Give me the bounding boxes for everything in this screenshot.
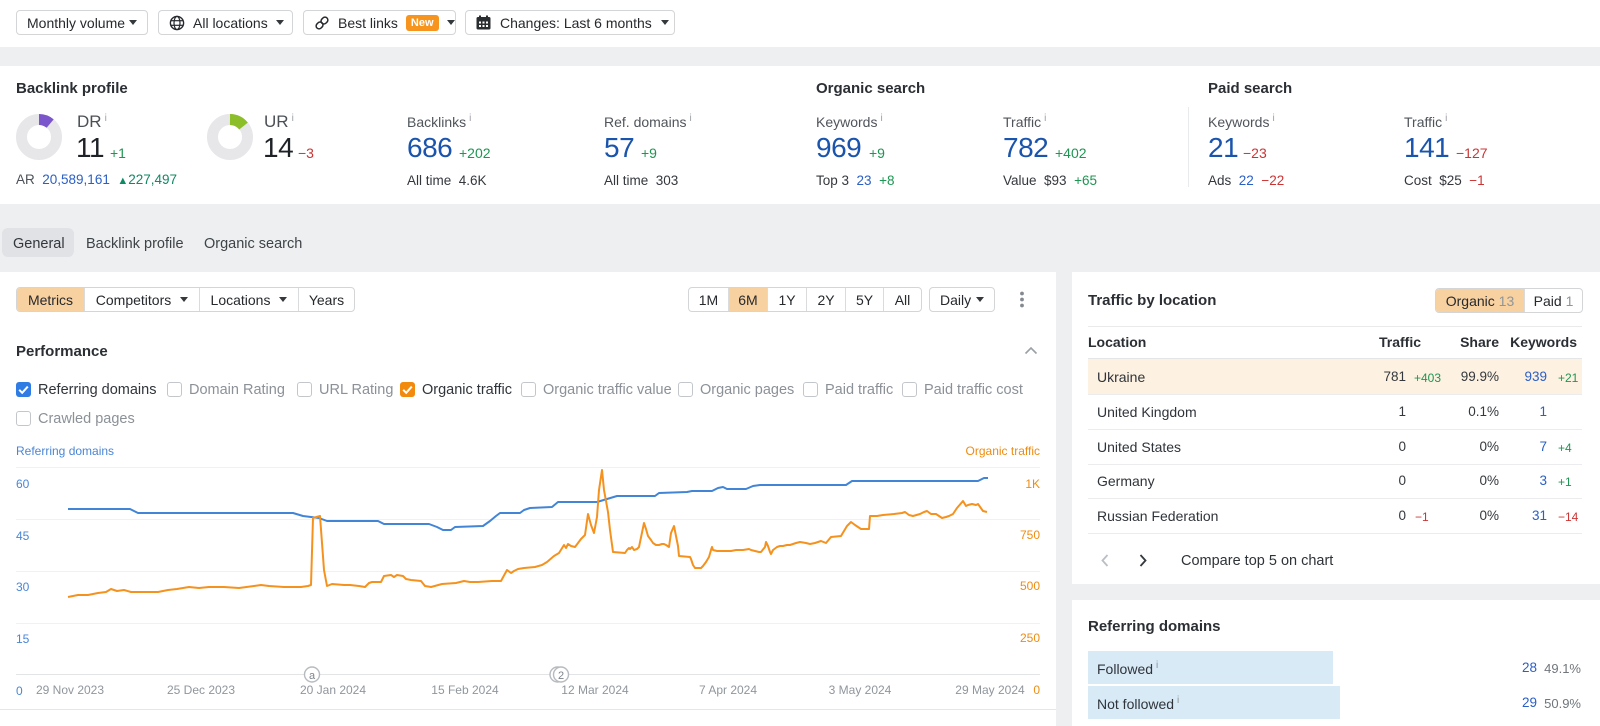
svg-text:a: a bbox=[309, 670, 316, 682]
svg-text:2: 2 bbox=[558, 670, 564, 682]
